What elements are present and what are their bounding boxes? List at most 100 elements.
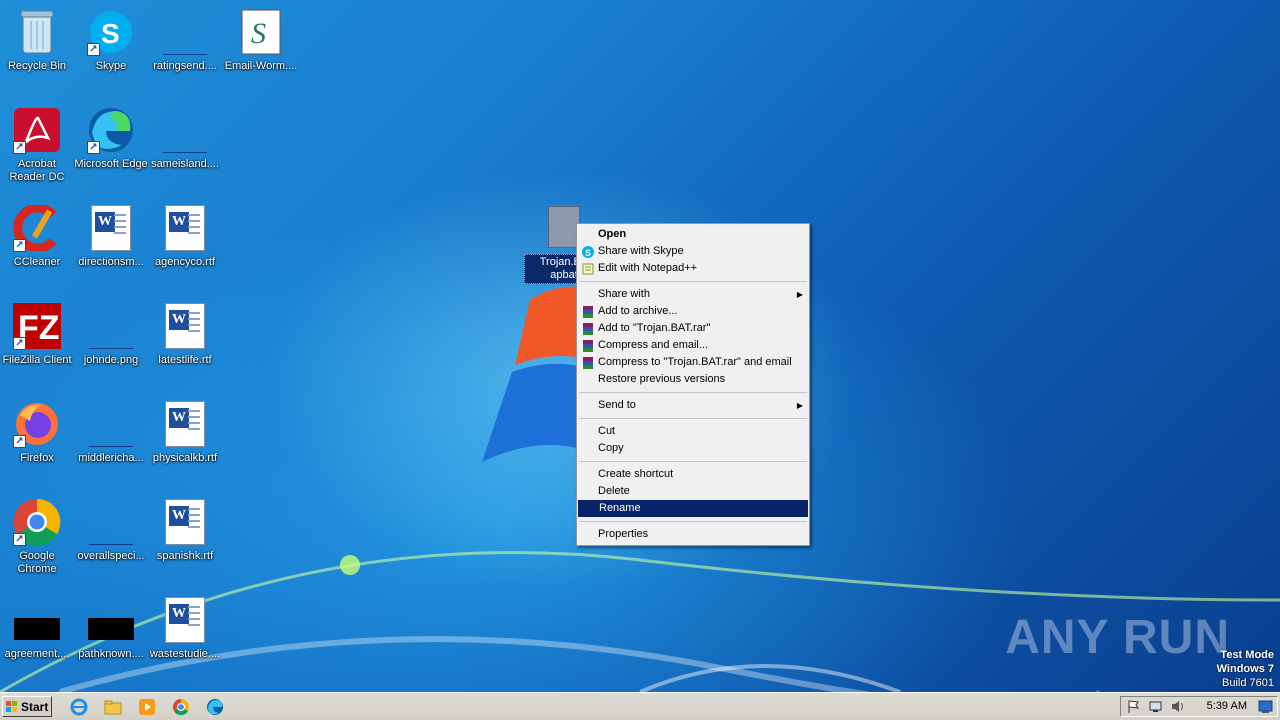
notepadpp-icon xyxy=(582,263,594,275)
desktop-icon-sameisland[interactable]: sameisland.... xyxy=(148,106,222,171)
chrome-icon[interactable] xyxy=(172,698,190,716)
shortcut-arrow-icon: ↗ xyxy=(13,141,26,154)
desktop-icon-ratingsend[interactable]: ratingsend.... xyxy=(148,8,222,73)
desktop-icon-chrome[interactable]: ↗ Google Chrome xyxy=(0,498,74,576)
shortcut-arrow-icon: ↗ xyxy=(87,43,100,56)
desktop-icon-filezilla[interactable]: FZ ↗ FileZilla Client xyxy=(0,302,74,367)
icon-label: Google Chrome xyxy=(17,550,57,575)
menu-item-properties[interactable]: Properties xyxy=(577,526,809,543)
desktop-icon-physicalkb[interactable]: W physicalkb.rtf xyxy=(148,400,222,465)
edge-icon[interactable] xyxy=(206,698,224,716)
word-doc-icon: W xyxy=(161,400,209,448)
icon-label: directionsm... xyxy=(78,256,144,268)
media-player-icon[interactable] xyxy=(138,698,156,716)
edge-icon: ↗ xyxy=(87,106,135,154)
icon-label: agencyco.rtf xyxy=(155,256,215,268)
test-mode-line: Test Mode xyxy=(1220,649,1274,661)
build-line: Build 7601 xyxy=(1222,677,1274,689)
icon-label: wastestudie.... xyxy=(149,648,221,660)
black-file-icon xyxy=(87,596,135,644)
test-mode-notice: Test Mode Windows 7 Build 7601 xyxy=(1217,648,1274,690)
desktop-icon-edge[interactable]: ↗ Microsoft Edge xyxy=(74,106,148,171)
chrome-icon: ↗ xyxy=(13,498,61,546)
desktop-icon-middlericha[interactable]: middlericha... xyxy=(74,400,148,465)
desktop-icon-firefox[interactable]: ↗ Firefox xyxy=(0,400,74,465)
menu-item-delete[interactable]: Delete xyxy=(577,483,809,500)
desktop-icon-spanishk[interactable]: W spanishk.rtf xyxy=(148,498,222,563)
icon-label: Skype xyxy=(95,60,127,72)
ccleaner-icon: ↗ xyxy=(13,204,61,252)
icon-label: ratingsend.... xyxy=(153,60,217,72)
icon-label: johnde.png xyxy=(83,354,139,366)
menu-item-add-to-archive[interactable]: Add to archive... xyxy=(577,303,809,320)
desktop-icon-agreement[interactable]: agreement.... xyxy=(0,596,74,661)
clock[interactable]: 5:39 AM xyxy=(1207,697,1247,716)
explorer-folder-icon[interactable] xyxy=(104,698,122,716)
windows-version-line: Windows 7 xyxy=(1216,663,1274,675)
desktop-icon-directionsm[interactable]: W directionsm... xyxy=(74,204,148,269)
black-file-icon xyxy=(13,596,61,644)
icon-label: physicalkb.rtf xyxy=(152,452,218,464)
desktop-icon-latestlife[interactable]: W latestlife.rtf xyxy=(148,302,222,367)
menu-item-compress-to-rar-and-email[interactable]: Compress to "Trojan.BAT.rar" and email xyxy=(577,354,809,371)
winrar-icon xyxy=(583,306,593,318)
menu-item-copy[interactable]: Copy xyxy=(577,440,809,457)
menu-item-cut[interactable]: Cut xyxy=(577,423,809,440)
desktop[interactable]: Recycle Bin ↗ Acrobat Reader DC ↗ CClean… xyxy=(0,0,1280,692)
menu-item-restore-previous-versions[interactable]: Restore previous versions xyxy=(577,371,809,388)
svg-text:S: S xyxy=(585,248,591,258)
desktop-icon-wastestudie[interactable]: W wastestudie.... xyxy=(148,596,222,661)
icon-label: Firefox xyxy=(20,452,54,464)
menu-item-open[interactable]: Open xyxy=(577,226,809,243)
desktop-icon-johnde[interactable]: johnde.png xyxy=(74,302,148,367)
desktop-icon-overallspeci[interactable]: overallspeci... xyxy=(74,498,148,563)
menu-item-add-to-rar[interactable]: Add to "Trojan.BAT.rar" xyxy=(577,320,809,337)
desktop-icon-skype[interactable]: S ↗ Skype xyxy=(74,8,148,73)
icon-label: Acrobat Reader DC xyxy=(9,158,65,183)
icon-label: Microsoft Edge xyxy=(74,158,148,170)
icon-label: Recycle Bin xyxy=(7,60,67,72)
network-icon[interactable] xyxy=(1148,699,1163,714)
start-button[interactable]: Start xyxy=(2,696,52,717)
firefox-icon: ↗ xyxy=(13,400,61,448)
menu-item-share-with-skype[interactable]: S Share with Skype xyxy=(577,243,809,260)
desktop-icon-acrobat[interactable]: ↗ Acrobat Reader DC xyxy=(0,106,74,184)
shortcut-arrow-icon: ↗ xyxy=(87,141,100,154)
svg-text:S: S xyxy=(251,17,266,50)
desktop-icon-email-worm[interactable]: S Email-Worm.... xyxy=(224,8,298,73)
submenu-arrow-icon: ▶ xyxy=(796,290,803,299)
desktop-icon-ccleaner[interactable]: ↗ CCleaner xyxy=(0,204,74,269)
word-doc-icon: W xyxy=(161,302,209,350)
show-desktop-icon[interactable] xyxy=(1258,699,1273,714)
desktop-icon-recycle-bin[interactable]: Recycle Bin xyxy=(0,8,74,73)
blank-file-icon xyxy=(87,302,135,350)
word-doc-icon: W xyxy=(161,596,209,644)
menu-item-edit-with-notepadpp[interactable]: Edit with Notepad++ xyxy=(577,260,809,277)
icon-label: overallspeci... xyxy=(77,550,145,562)
menu-item-rename[interactable]: Rename xyxy=(578,500,808,517)
blank-file-icon xyxy=(87,400,135,448)
context-menu: Open S Share with Skype Edit with Notepa… xyxy=(576,223,810,546)
submenu-arrow-icon: ▶ xyxy=(796,401,803,410)
menu-item-compress-and-email[interactable]: Compress and email... xyxy=(577,337,809,354)
menu-item-send-to[interactable]: Send to ▶ xyxy=(577,397,809,414)
word-doc-icon: W xyxy=(161,498,209,546)
action-center-flag-icon[interactable] xyxy=(1126,699,1141,714)
winrar-icon xyxy=(583,357,593,369)
skype-icon: S xyxy=(582,246,594,258)
menu-item-share-with[interactable]: Share with ▶ xyxy=(577,286,809,303)
menu-separator xyxy=(579,392,807,393)
desktop-icon-agencyco[interactable]: W agencyco.rtf xyxy=(148,204,222,269)
desktop-icon-pathknown[interactable]: pathknown.... xyxy=(74,596,148,661)
blank-file-icon xyxy=(161,106,209,154)
icon-label: latestlife.rtf xyxy=(158,354,212,366)
recycle-bin-icon xyxy=(13,8,61,56)
menu-item-create-shortcut[interactable]: Create shortcut xyxy=(577,466,809,483)
word-doc-icon: W xyxy=(87,204,135,252)
icon-label: middlericha... xyxy=(78,452,144,464)
volume-icon[interactable] xyxy=(1170,699,1185,714)
menu-separator xyxy=(579,521,807,522)
icon-label: Email-Worm.... xyxy=(224,60,298,72)
internet-explorer-icon[interactable] xyxy=(70,698,88,716)
shortcut-arrow-icon: ↗ xyxy=(13,337,26,350)
